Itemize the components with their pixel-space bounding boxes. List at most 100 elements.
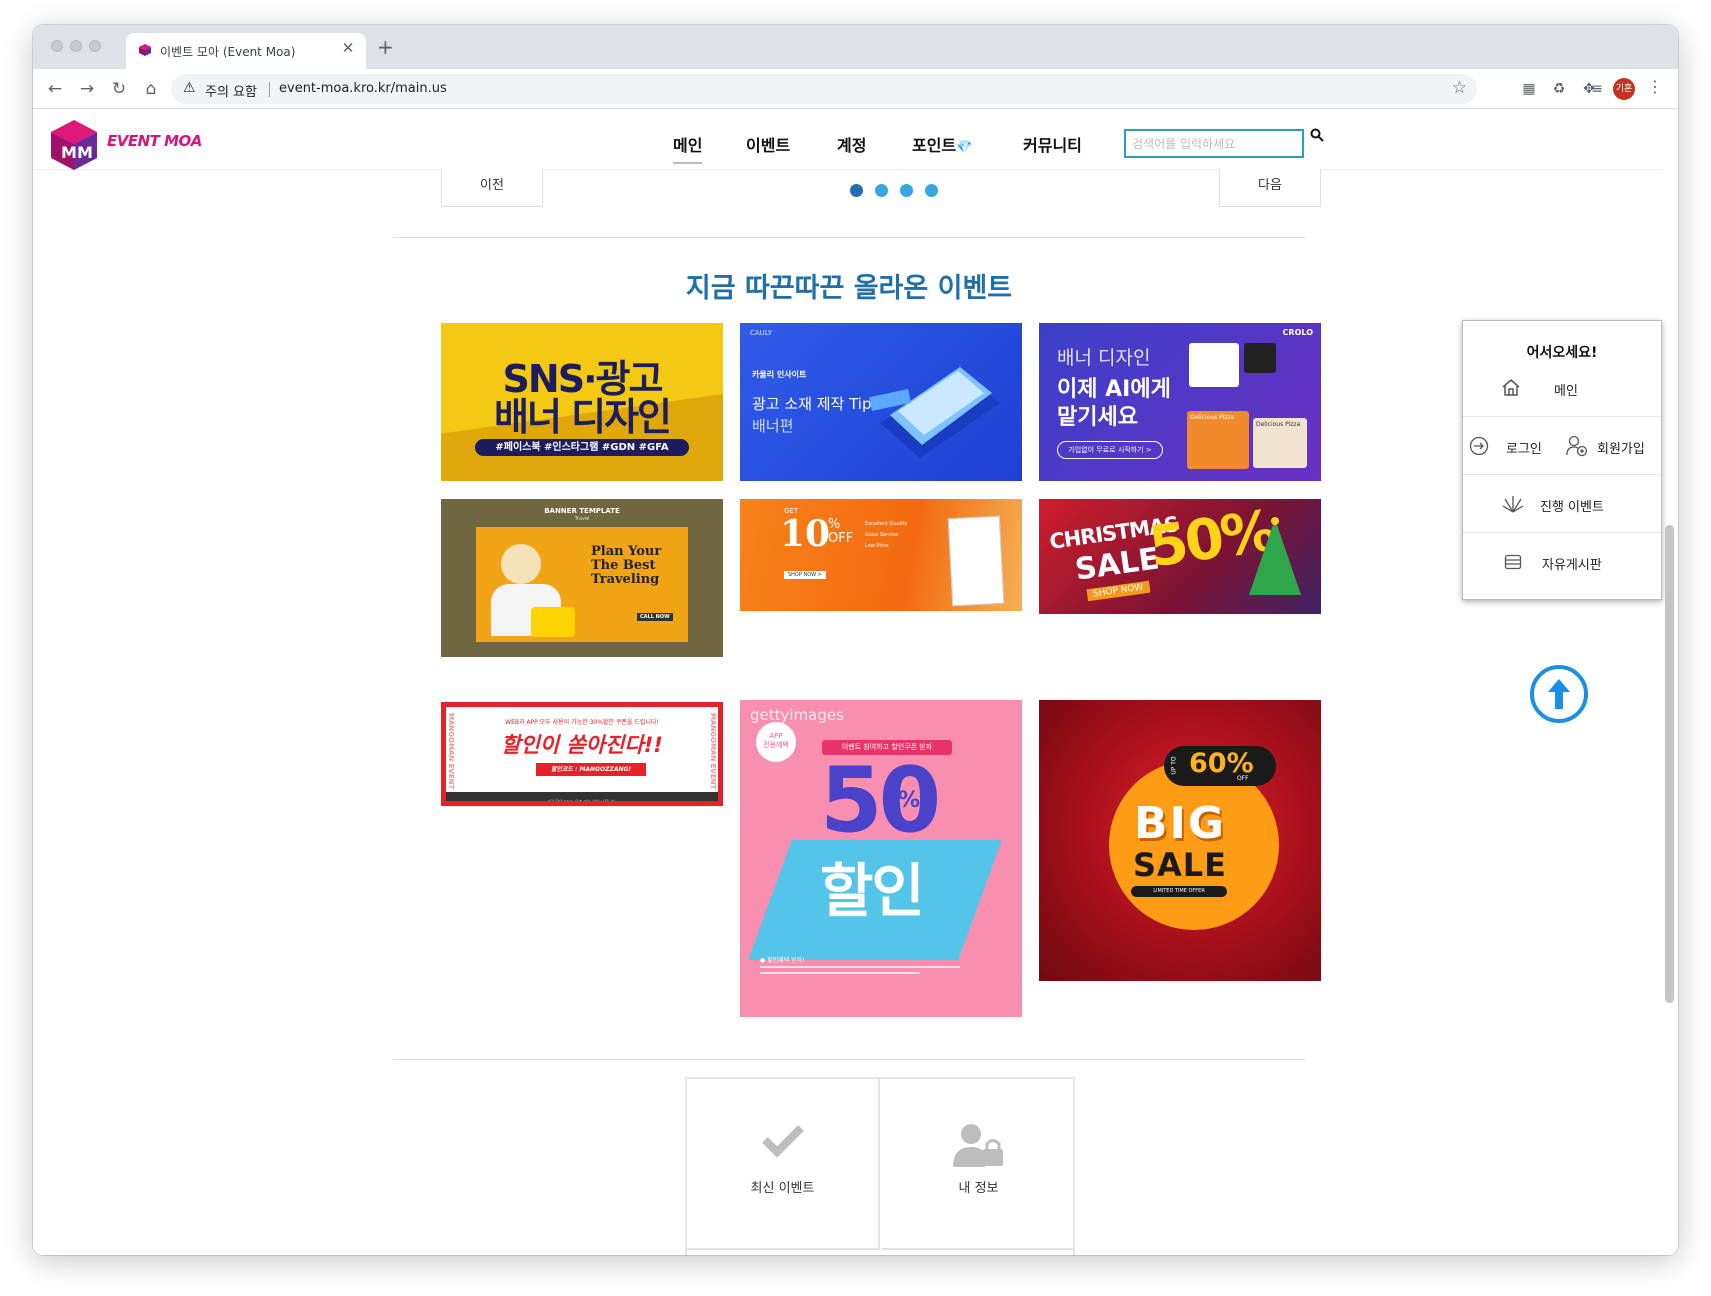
slider-dot-1[interactable] xyxy=(850,184,863,197)
side-main-label[interactable]: 메인 xyxy=(1554,380,1578,399)
nav-account[interactable]: 계정 xyxy=(837,132,866,156)
zoom-window-button[interactable] xyxy=(89,40,101,52)
side-signup-link[interactable]: 회원가입 xyxy=(1597,438,1645,457)
quick-label: 내 정보 xyxy=(958,1181,999,1196)
banner-food-card: Delicious Pizza xyxy=(1187,411,1249,469)
quick-my-info[interactable]: 내 정보 xyxy=(882,1079,1075,1250)
banner-bullets: Excellent Quality Good Service Low Price xyxy=(865,519,907,552)
quick-latest-events[interactable]: 최신 이벤트 xyxy=(687,1079,880,1250)
banner-50-percent[interactable]: gettyimages APP 전용혜택 이벤트 참여하고 할인쿠폰 받자 50… xyxy=(740,700,1022,1017)
banner-sale: SALE xyxy=(1132,846,1228,884)
banner-pct: % xyxy=(898,788,921,813)
board-icon xyxy=(1504,554,1522,570)
side-title: 어서오세요! xyxy=(1526,345,1598,361)
banner-pill xyxy=(1164,746,1276,786)
slider-next-button[interactable]: 다음 xyxy=(1219,169,1321,207)
banner-line2: 이제 AI에게 xyxy=(1057,377,1171,402)
nav-main[interactable]: 메인 xyxy=(673,132,703,164)
profile-avatar[interactable]: 기훈 xyxy=(1613,78,1635,100)
reading-list-icon[interactable]: ≡ xyxy=(1587,79,1607,99)
banner-fine-line xyxy=(760,966,960,968)
slider-prev-button[interactable]: 이전 xyxy=(441,169,543,207)
banner-title: Plan Your The Best Traveling xyxy=(591,544,662,587)
search-input[interactable] xyxy=(1124,129,1304,158)
svg-text:M: M xyxy=(77,143,93,162)
banner-mangoman[interactable]: *각 할인코드는 우측 가능 여부 나옵니다 MANGOMAN EVENT MA… xyxy=(441,702,723,806)
nav-points[interactable]: 포인트💎 xyxy=(912,132,972,156)
banner-sns-ad[interactable]: SNS·광고 배너 디자인 #페이스북 #인스타그램 #GDN #GFA xyxy=(441,323,723,481)
logo-text[interactable]: EVENT MOA xyxy=(107,132,202,150)
banner-kicker: 카울리 인사이트 xyxy=(752,370,807,379)
banner-line1: 배너 디자인 xyxy=(1057,347,1151,369)
banner-line1: CHRISTMAS xyxy=(1047,512,1180,554)
banner-ribbon: 이벤트 참여하고 할인쿠폰 받자 xyxy=(822,740,952,755)
badge-line: APP xyxy=(769,732,783,740)
tab-bar: 이벤트 모아 (Event Moa) ✕ + xyxy=(33,25,1678,69)
banner-crolo-ai[interactable]: CROLO 배너 디자인 이제 AI에게 맡기세요 가입없이 무료로 시작하기 … xyxy=(1039,323,1321,481)
home-icon[interactable]: ⌂ xyxy=(139,77,163,101)
new-tab-icon[interactable]: + xyxy=(377,35,394,59)
logo-cube-icon[interactable]: M M xyxy=(47,118,101,172)
banner-big-sale[interactable]: UP TO 60% OFF BIG SALE LIMITED TIME OFFE… xyxy=(1039,700,1321,981)
banner-travel[interactable]: BANNER TEMPLATE Travel Plan Your The Bes… xyxy=(441,499,723,657)
banner-big: BIG xyxy=(1133,798,1227,849)
banner-person xyxy=(501,544,541,584)
banner-cauly-tip[interactable]: CAULY 카울리 인사이트 광고 소재 제작 Tip 배너편 xyxy=(740,323,1022,481)
browser-menu-icon[interactable]: ⋮ xyxy=(1647,77,1663,96)
side-row-events[interactable]: 진행 이벤트 xyxy=(1463,474,1661,532)
url-text[interactable]: event-moa.kro.kr/main.us xyxy=(279,81,447,96)
banner-top: WEB과 APP 모두 사용이 가능한 30%할인 쿠폰을 드립니다! xyxy=(505,719,659,726)
banner-suitcase xyxy=(531,607,575,637)
banner-text: 배너 디자인 xyxy=(493,395,672,439)
minimize-window-button[interactable] xyxy=(70,40,82,52)
banner-brand: CROLO xyxy=(1282,328,1313,337)
nav-community[interactable]: 커뮤니티 xyxy=(1023,132,1082,156)
forward-icon[interactable]: → xyxy=(75,77,99,101)
banner-panel xyxy=(476,527,688,642)
back-icon[interactable]: ← xyxy=(43,77,67,101)
reload-icon[interactable]: ↻ xyxy=(107,77,131,101)
page-scrollbar[interactable] xyxy=(1665,525,1674,1003)
slider-dot-2[interactable] xyxy=(875,184,888,197)
banner-food-card: Delicious Pizza xyxy=(1253,418,1307,468)
tab-close-icon[interactable]: ✕ xyxy=(338,39,358,57)
scroll-top-button[interactable] xyxy=(1530,665,1588,723)
side-row-auth: 로그인 회원가입 xyxy=(1463,416,1661,474)
banner-photo-card xyxy=(947,515,1005,607)
side-row-board[interactable]: 자유게시판 xyxy=(1463,532,1661,590)
banner-word: 할인 xyxy=(820,857,925,925)
quick-links: 최신 이벤트 내 정보 xyxy=(685,1077,1075,1255)
side-login-link[interactable]: 로그인 xyxy=(1506,438,1542,457)
browser-window: 이벤트 모아 (Event Moa) ✕ + ← → ↻ ⌂ ⚠ 주의 요함 e… xyxy=(33,25,1678,1255)
banner-sub: Travel xyxy=(574,516,590,522)
browser-tab[interactable]: 이벤트 모아 (Event Moa) ✕ xyxy=(126,33,366,69)
search-icon[interactable] xyxy=(1310,128,1324,142)
bullet: Excellent Quality xyxy=(865,521,908,527)
banner-sub: 배너편 xyxy=(752,417,794,435)
address-bar[interactable]: ⚠ 주의 요함 event-moa.kro.kr/main.us ☆ xyxy=(171,74,1477,104)
site-header: M M EVENT MOA 메인 이벤트 계정 포인트💎 커뮤니티 xyxy=(33,110,1663,170)
banner-10-off[interactable]: GET 10 % OFF Excellent Quality Good Serv… xyxy=(740,499,1022,611)
banner-side-left: MANGOMAN EVENT xyxy=(447,713,455,790)
extension-recycle-icon[interactable]: ♻ xyxy=(1549,79,1569,99)
bookmark-star-icon[interactable]: ☆ xyxy=(1452,78,1467,98)
banner-pct: 50% xyxy=(1145,499,1278,581)
side-board-label: 자유게시판 xyxy=(1542,558,1602,573)
banner-card xyxy=(1189,343,1239,387)
phone-illustration xyxy=(868,367,1000,458)
svg-text:M: M xyxy=(61,143,77,162)
banner-circle xyxy=(1109,760,1279,930)
extension-grid-icon[interactable]: ▦ xyxy=(1519,79,1539,99)
user-lock-icon xyxy=(882,1123,1075,1171)
user-add-icon xyxy=(1566,435,1588,457)
slider-dot-4[interactable] xyxy=(925,184,938,197)
nav-events[interactable]: 이벤트 xyxy=(746,132,790,156)
slider-dot-3[interactable] xyxy=(900,184,913,197)
banner-cta: 가입없이 무료로 시작하기 > xyxy=(1057,441,1163,459)
banner-note: ● 할인혜택 받자! xyxy=(760,957,805,964)
banner-christmas-sale[interactable]: CHRISTMAS SALE 50% SHOP NOW xyxy=(1039,499,1321,614)
close-window-button[interactable] xyxy=(51,40,63,52)
bullet: Low Price xyxy=(865,543,889,549)
banner-header: BANNER TEMPLATE xyxy=(544,507,620,515)
banner-shape xyxy=(441,389,723,481)
